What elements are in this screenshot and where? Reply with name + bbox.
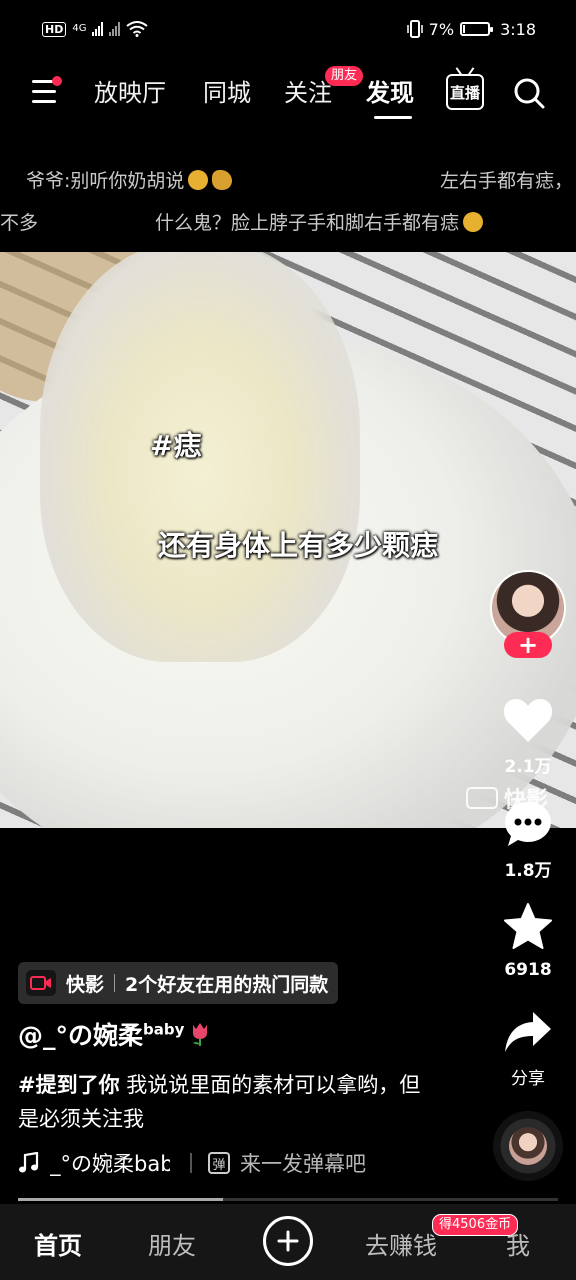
danmaku-text: 左右手都有痣， <box>440 170 574 192</box>
danmaku-item: 什么鬼？脸上脖子手和脚右手都有痣 <box>155 208 484 235</box>
author-name-text: @_°の婉柔 <box>18 1021 144 1050</box>
menu-icon[interactable] <box>32 76 62 106</box>
status-bar: HD 4G 7% 3:18 <box>0 0 576 58</box>
notification-dot <box>52 76 62 86</box>
tulip-icon <box>193 1023 208 1046</box>
music-cover <box>509 1127 547 1165</box>
author-name[interactable]: @_°の婉柔baby <box>18 1016 212 1052</box>
tab-friends[interactable]: 朋友 <box>148 1226 196 1261</box>
signal-2-icon <box>109 22 121 36</box>
promo-text: 2个好友在用的热门同款 <box>125 973 329 996</box>
video-caption: 还有身体上有多少颗痣 <box>158 529 439 562</box>
tab-following[interactable]: 关注 <box>284 78 332 108</box>
tab-nearby[interactable]: 同城 <box>203 78 251 108</box>
danmaku-item: 左右手都有痣， <box>440 166 573 193</box>
clock: 3:18 <box>500 19 536 39</box>
video-player[interactable]: #痣 还有身体上有多少颗痣 <box>0 252 576 828</box>
signal-icon <box>92 22 104 36</box>
comment-count: 1.8万 <box>504 861 552 881</box>
comment-icon[interactable] <box>503 800 553 848</box>
plus-icon <box>277 1230 299 1252</box>
share-arrow-icon[interactable] <box>503 1010 553 1054</box>
top-nav: 放映厅 同城 关注 朋友 发现 直播 <box>0 62 576 126</box>
author-name-suffix: baby <box>143 1020 185 1039</box>
status-left: HD 4G <box>42 21 149 37</box>
emoji-icon <box>463 212 484 232</box>
divider <box>190 1153 192 1173</box>
danmaku-icon: 弹 <box>208 1152 230 1174</box>
music-line[interactable]: _°の婉柔bab 弹 来一发弹幕吧 <box>18 1148 366 1178</box>
vibrate-icon <box>406 20 423 38</box>
video-progress-bar[interactable] <box>18 1198 558 1201</box>
mention-tag[interactable]: #提到了你 <box>18 1073 120 1097</box>
camera-icon <box>466 787 498 809</box>
tab-me[interactable]: 我 <box>506 1226 530 1261</box>
promo-app-name: 快影 <box>66 973 105 996</box>
share-label[interactable]: 分享 <box>493 1064 563 1089</box>
video-description[interactable]: #提到了你 我说说里面的素材可以拿哟，但是必须关注我 <box>18 1068 428 1136</box>
music-disc[interactable] <box>493 1111 563 1181</box>
create-button[interactable] <box>263 1216 313 1266</box>
video-hashtag: #痣 <box>150 429 202 462</box>
danmaku-item: 不多 <box>0 208 38 235</box>
music-note-icon <box>19 1152 39 1173</box>
hd-badge: HD <box>42 21 67 37</box>
danmaku-input[interactable]: 来一发弹幕吧 <box>240 1148 366 1178</box>
friend-badge: 朋友 <box>325 66 364 86</box>
emoji-icon <box>188 170 209 190</box>
search-icon[interactable] <box>512 76 546 110</box>
music-name: _°の婉柔bab <box>50 1152 170 1176</box>
emoji-icon <box>212 170 233 190</box>
tab-discover[interactable]: 发现 <box>366 78 414 108</box>
template-promo[interactable]: 快影 2个好友在用的热门同款 <box>18 962 339 1004</box>
danmaku-text: 爷爷:别听你奶胡说 <box>26 170 185 192</box>
video-progress-fill <box>18 1198 224 1201</box>
promo-divider <box>114 974 116 992</box>
danmaku-text: 不多 <box>0 212 39 234</box>
status-right: 7% 3:18 <box>406 19 536 39</box>
danmaku-text: 什么鬼？脸上脖子手和脚右手都有痣 <box>155 212 460 234</box>
live-label: 直播 <box>449 83 480 102</box>
active-tab-indicator <box>374 116 412 119</box>
live-icon[interactable]: 直播 <box>446 74 484 110</box>
tab-earn[interactable]: 去赚钱 <box>365 1226 437 1261</box>
network-type: 4G <box>72 23 87 34</box>
tab-home[interactable]: 首页 <box>34 1226 82 1261</box>
like-count: 2.1万 <box>504 757 552 777</box>
battery-fill <box>463 25 466 33</box>
wifi-icon <box>126 21 149 37</box>
bottom-tab-bar: 首页 朋友 去赚钱 得4506金币 我 <box>0 1204 576 1280</box>
follow-button[interactable]: + <box>504 632 552 658</box>
danmaku-item: 爷爷:别听你奶胡说 <box>26 166 233 193</box>
favorite-star-icon[interactable] <box>503 902 553 952</box>
kuaiying-icon <box>26 970 56 996</box>
battery-icon <box>460 22 494 36</box>
favorite-count: 6918 <box>504 960 552 980</box>
tab-theater[interactable]: 放映厅 <box>94 78 166 108</box>
battery-percent: 7% <box>428 19 455 39</box>
like-heart-icon[interactable] <box>502 696 554 744</box>
